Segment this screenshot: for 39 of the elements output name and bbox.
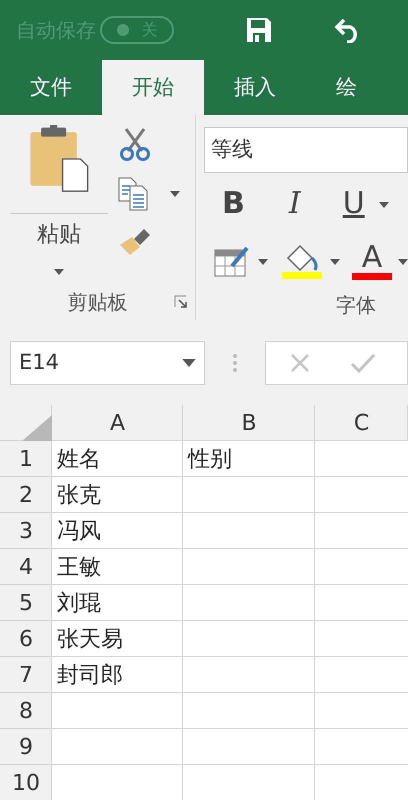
name-box[interactable]: E14 <box>10 340 205 384</box>
caret-icon[interactable] <box>258 258 268 265</box>
ribbon-tab[interactable]: 插入 <box>204 60 306 115</box>
caret-icon[interactable] <box>330 258 340 265</box>
font-color-button[interactable]: A <box>352 242 392 280</box>
caret-icon[interactable] <box>170 191 180 197</box>
scissors-icon[interactable] <box>120 127 150 161</box>
ribbon-tab[interactable]: 绘 <box>306 60 387 115</box>
caret-icon[interactable] <box>54 268 64 275</box>
table-cell-text: 姓名 <box>57 446 101 474</box>
table-cell-text: 刘琨 <box>57 590 101 618</box>
caret-icon[interactable] <box>378 202 389 208</box>
borders-icon[interactable] <box>214 244 250 278</box>
copy-icon[interactable] <box>118 177 150 211</box>
table-cell-text: 张天易 <box>57 626 123 654</box>
underline-button[interactable]: U <box>342 189 365 219</box>
table-cell-text: 冯风 <box>57 518 101 546</box>
font-name-field[interactable]: 等线 <box>204 127 408 173</box>
table-cell-text: 封司郎 <box>57 662 123 690</box>
caret-icon[interactable] <box>182 358 196 366</box>
table-cell-text: 王敏 <box>57 554 101 582</box>
save-icon[interactable] <box>246 17 272 43</box>
column-header[interactable]: B <box>241 406 257 440</box>
table-cell-text: 张克 <box>57 482 101 510</box>
table-cell-text: 性别 <box>188 446 232 474</box>
paste-label[interactable]: 粘贴 <box>37 218 81 251</box>
ribbon-tab[interactable]: 开始 <box>102 60 204 115</box>
italic-button[interactable]: I <box>288 189 301 219</box>
column-header[interactable]: A <box>110 406 126 440</box>
column-header[interactable]: C <box>354 406 370 440</box>
drag-handle-icon[interactable] <box>233 352 237 372</box>
font-group-label: 字体 <box>336 292 376 318</box>
clipboard-group-label: 剪贴板 <box>68 288 128 316</box>
dialog-launcher-icon[interactable] <box>174 295 187 308</box>
ribbon-tab[interactable]: 文件 <box>0 60 102 115</box>
paintbrush-icon[interactable] <box>118 227 152 257</box>
bold-button[interactable]: B <box>222 189 245 219</box>
fill-color-icon[interactable] <box>282 242 322 280</box>
caret-icon[interactable] <box>398 258 408 265</box>
